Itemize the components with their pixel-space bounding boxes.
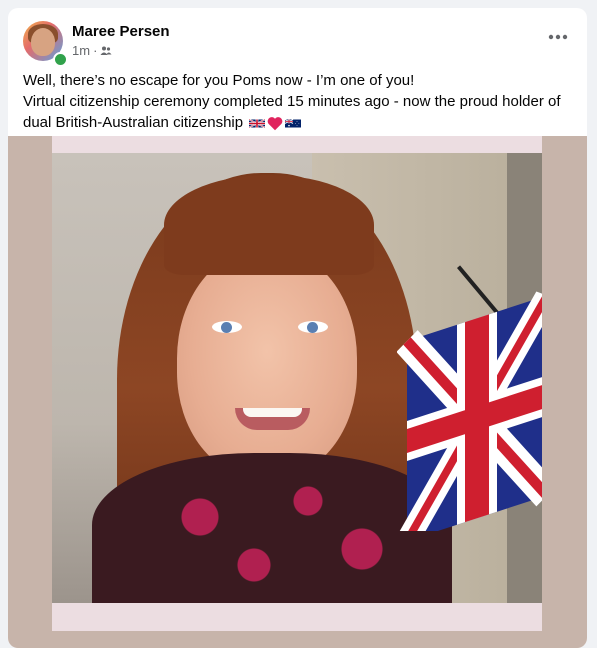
friends-icon[interactable]	[100, 45, 112, 57]
photo-frame	[52, 136, 542, 631]
online-status-dot	[53, 52, 68, 67]
post-card: Maree Persen 1m · Well, there’s no escap…	[8, 8, 587, 648]
meta-separator: ·	[93, 43, 98, 58]
post-text-line-2: Virtual citizenship ceremony completed 1…	[23, 91, 577, 133]
australia-flag-emoji	[285, 118, 302, 128]
union-jack-flag	[397, 291, 542, 531]
uk-flag-emoji	[249, 118, 266, 128]
photo-smile	[235, 408, 310, 430]
post-header: Maree Persen 1m ·	[8, 8, 587, 68]
photo-bangs	[164, 175, 374, 275]
post-text: Well, there’s no escape for you Poms now…	[23, 70, 577, 133]
photo-face	[177, 248, 357, 478]
photo-right-eye	[298, 321, 328, 333]
post-timestamp[interactable]: 1m	[72, 43, 90, 58]
author-name[interactable]: Maree Persen	[72, 23, 170, 40]
more-options-button[interactable]	[545, 26, 571, 48]
red-heart-emoji	[267, 116, 283, 130]
post-meta: 1m ·	[72, 43, 112, 58]
post-media[interactable]	[8, 136, 587, 648]
post-text-line-1: Well, there’s no escape for you Poms now…	[23, 72, 415, 89]
avatar-face	[31, 28, 55, 56]
more-options-icon	[548, 34, 568, 40]
photo-left-eye	[212, 321, 242, 333]
post-photo[interactable]	[52, 153, 542, 603]
